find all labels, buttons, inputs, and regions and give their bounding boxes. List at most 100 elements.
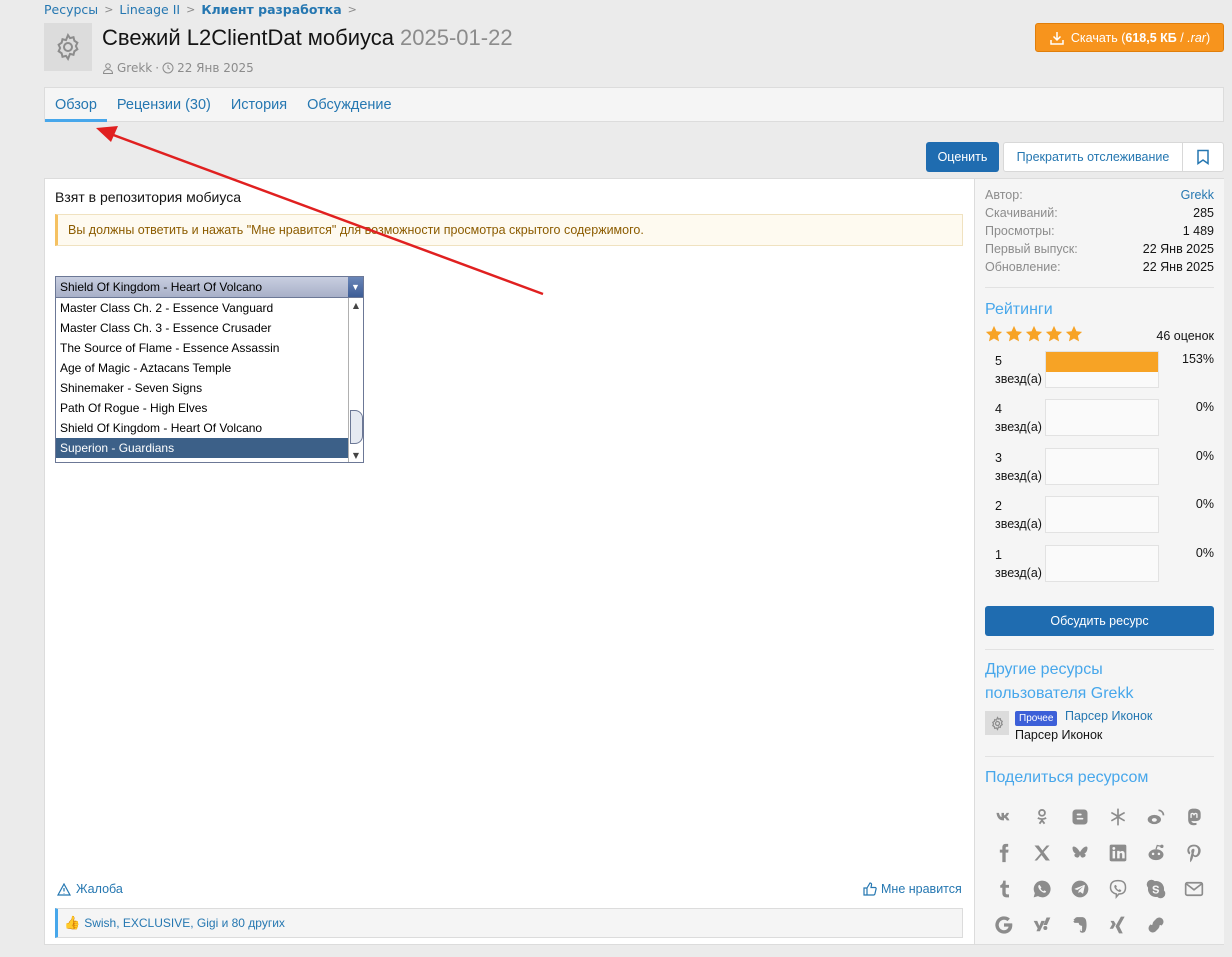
xing-icon[interactable] xyxy=(1099,907,1137,943)
thumbs-up-icon: 👍 xyxy=(64,915,81,930)
ratings-title: Рейтинги xyxy=(985,301,1053,318)
title-text: Свежий L2ClientDat мобиуса xyxy=(102,25,395,50)
bookmark-icon xyxy=(1197,149,1209,165)
pinterest-icon[interactable] xyxy=(1175,835,1213,871)
rating-row-2: 2 звезд(а) 0% xyxy=(995,496,1214,533)
tab-reviews[interactable]: Рецензии (30) xyxy=(107,88,221,121)
tumblr-icon[interactable] xyxy=(985,871,1023,907)
likes-summary[interactable]: 👍 Swish, EXCLUSIVE, Gigi и 80 других xyxy=(55,908,963,938)
mastodon-icon[interactable] xyxy=(1175,799,1213,835)
email-icon[interactable] xyxy=(1175,871,1213,907)
rating-bar xyxy=(1045,351,1159,388)
tab-history[interactable]: История xyxy=(221,88,297,121)
list-item: Age of Magic - Aztacans Temple xyxy=(60,361,232,375)
divider xyxy=(985,649,1214,650)
rating-row-3: 3 звезд(а) 0% xyxy=(995,448,1214,485)
blogger-icon[interactable] xyxy=(1061,799,1099,835)
yahoo-icon[interactable] xyxy=(1023,907,1061,943)
info-views: Просмотры: 1 489 xyxy=(985,224,1214,238)
list-item: Master Class Ch. 3 - Essence Crusader xyxy=(60,321,272,335)
chevron-right-icon: > xyxy=(347,2,357,16)
like-link[interactable]: Мне нравится xyxy=(863,882,962,896)
star-icon xyxy=(1045,325,1063,342)
x-icon[interactable] xyxy=(1023,835,1061,871)
dropdown-arrow-icon: ▼ xyxy=(348,277,363,297)
star-icon xyxy=(1025,325,1043,342)
unwatch-button[interactable]: Прекратить отслеживание xyxy=(1003,142,1183,172)
vk-icon[interactable] xyxy=(985,799,1023,835)
breadcrumb-client-dev[interactable]: Клиент разработка xyxy=(201,2,341,17)
star-icon xyxy=(1005,325,1023,342)
other-resource-link[interactable]: Парсер Иконок xyxy=(1065,709,1152,723)
list-item-selected: Superion - Guardians xyxy=(56,438,349,458)
odnoklassniki-icon[interactable] xyxy=(1023,799,1061,835)
viber-icon[interactable] xyxy=(1099,871,1137,907)
gear-icon xyxy=(991,715,1003,731)
warning-icon xyxy=(57,882,71,896)
rating-row-5: 5 звезд(а) 153% xyxy=(995,351,1214,388)
download-label: Скачать xyxy=(1070,30,1118,45)
gear-icon xyxy=(57,32,79,62)
resource-thumb[interactable] xyxy=(985,711,1009,735)
rating-row-1: 1 звезд(а) 0% xyxy=(995,545,1214,582)
livejournal-icon[interactable] xyxy=(1099,799,1137,835)
combo-selected: Shield Of Kingdom - Heart Of Volcano ▼ xyxy=(55,276,364,298)
reddit-icon[interactable] xyxy=(1137,835,1175,871)
user-icon xyxy=(102,63,114,74)
download-icon xyxy=(1050,31,1064,45)
whatsapp-icon[interactable] xyxy=(1023,871,1061,907)
discuss-resource-button[interactable]: Обсудить ресурс xyxy=(985,606,1214,636)
chevron-right-icon: > xyxy=(104,2,114,16)
list-item: Shinemaker - Seven Signs xyxy=(60,381,203,395)
clock-icon xyxy=(162,62,174,74)
author-link[interactable]: Grekk xyxy=(117,61,152,75)
thumbs-up-icon xyxy=(863,882,877,896)
version-label: 2025-01-22 xyxy=(400,25,513,50)
download-button[interactable]: Скачать (618,5 КБ / .rar) xyxy=(1035,23,1224,52)
rate-button[interactable]: Оценить xyxy=(926,142,999,172)
other-resources-title: Другие ресурсы пользователя Grekk xyxy=(985,661,1134,702)
list-item: Shield Of Kingdom - Heart Of Volcano xyxy=(60,421,263,435)
skype-icon[interactable] xyxy=(1137,871,1175,907)
share-buttons xyxy=(985,799,1214,943)
rating-bar xyxy=(1045,545,1159,582)
resource-meta: Grekk · 22 Янв 2025 xyxy=(102,61,254,75)
star-icon xyxy=(1065,325,1083,342)
divider xyxy=(985,756,1214,757)
sidebar: Автор: Grekk Скачиваний: 285 Просмотры: … xyxy=(974,179,1224,944)
bookmark-button[interactable] xyxy=(1182,142,1224,172)
list-item: Path Of Rogue - High Elves xyxy=(60,401,208,415)
share-title: Поделиться ресурсом xyxy=(985,769,1149,786)
combobox-screenshot: Shield Of Kingdom - Heart Of Volcano ▼ M… xyxy=(55,276,364,463)
breadcrumb-lineage[interactable]: Lineage II xyxy=(119,2,180,17)
scroll-down-icon: ▼ xyxy=(352,450,360,460)
linkedin-icon[interactable] xyxy=(1099,835,1137,871)
tab-discussion[interactable]: Обсуждение xyxy=(297,88,401,121)
hidden-content-notice: Вы должны ответить и нажать "Мне нравитс… xyxy=(55,214,963,246)
evernote-icon[interactable] xyxy=(1061,907,1099,943)
author-link[interactable]: Grekk xyxy=(1181,188,1214,206)
category-badge: Прочее xyxy=(1015,711,1058,726)
info-author: Автор: Grekk xyxy=(985,188,1214,206)
bluesky-icon[interactable] xyxy=(1061,835,1099,871)
list-item: Master Class Ch. 2 - Essence Vanguard xyxy=(60,301,274,315)
resource-intro: Взят в репозитория мобиуса xyxy=(55,189,241,205)
rating-row-4: 4 звезд(а) 0% xyxy=(995,399,1214,436)
resource-icon xyxy=(44,23,92,71)
rating-bar xyxy=(1045,399,1159,436)
star-rating xyxy=(985,325,1083,343)
link-icon[interactable] xyxy=(1137,907,1175,943)
breadcrumb-resources[interactable]: Ресурсы xyxy=(44,2,98,17)
tab-overview[interactable]: Обзор xyxy=(45,88,107,122)
page-title: Свежий L2ClientDat мобиуса 2025-01-22 xyxy=(102,25,513,51)
chevron-right-icon: > xyxy=(186,2,196,16)
google-icon[interactable] xyxy=(985,907,1023,943)
facebook-icon[interactable] xyxy=(985,835,1023,871)
weibo-icon[interactable] xyxy=(1137,799,1175,835)
report-link[interactable]: Жалоба xyxy=(57,882,123,896)
scroll-up-icon: ▲ xyxy=(352,300,360,310)
resource-body: Взят в репозитория мобиуса Вы должны отв… xyxy=(44,178,1224,945)
telegram-icon[interactable] xyxy=(1061,871,1099,907)
list-item: The Source of Flame - Essence Assassin xyxy=(60,341,280,355)
star-icon xyxy=(985,325,1003,342)
